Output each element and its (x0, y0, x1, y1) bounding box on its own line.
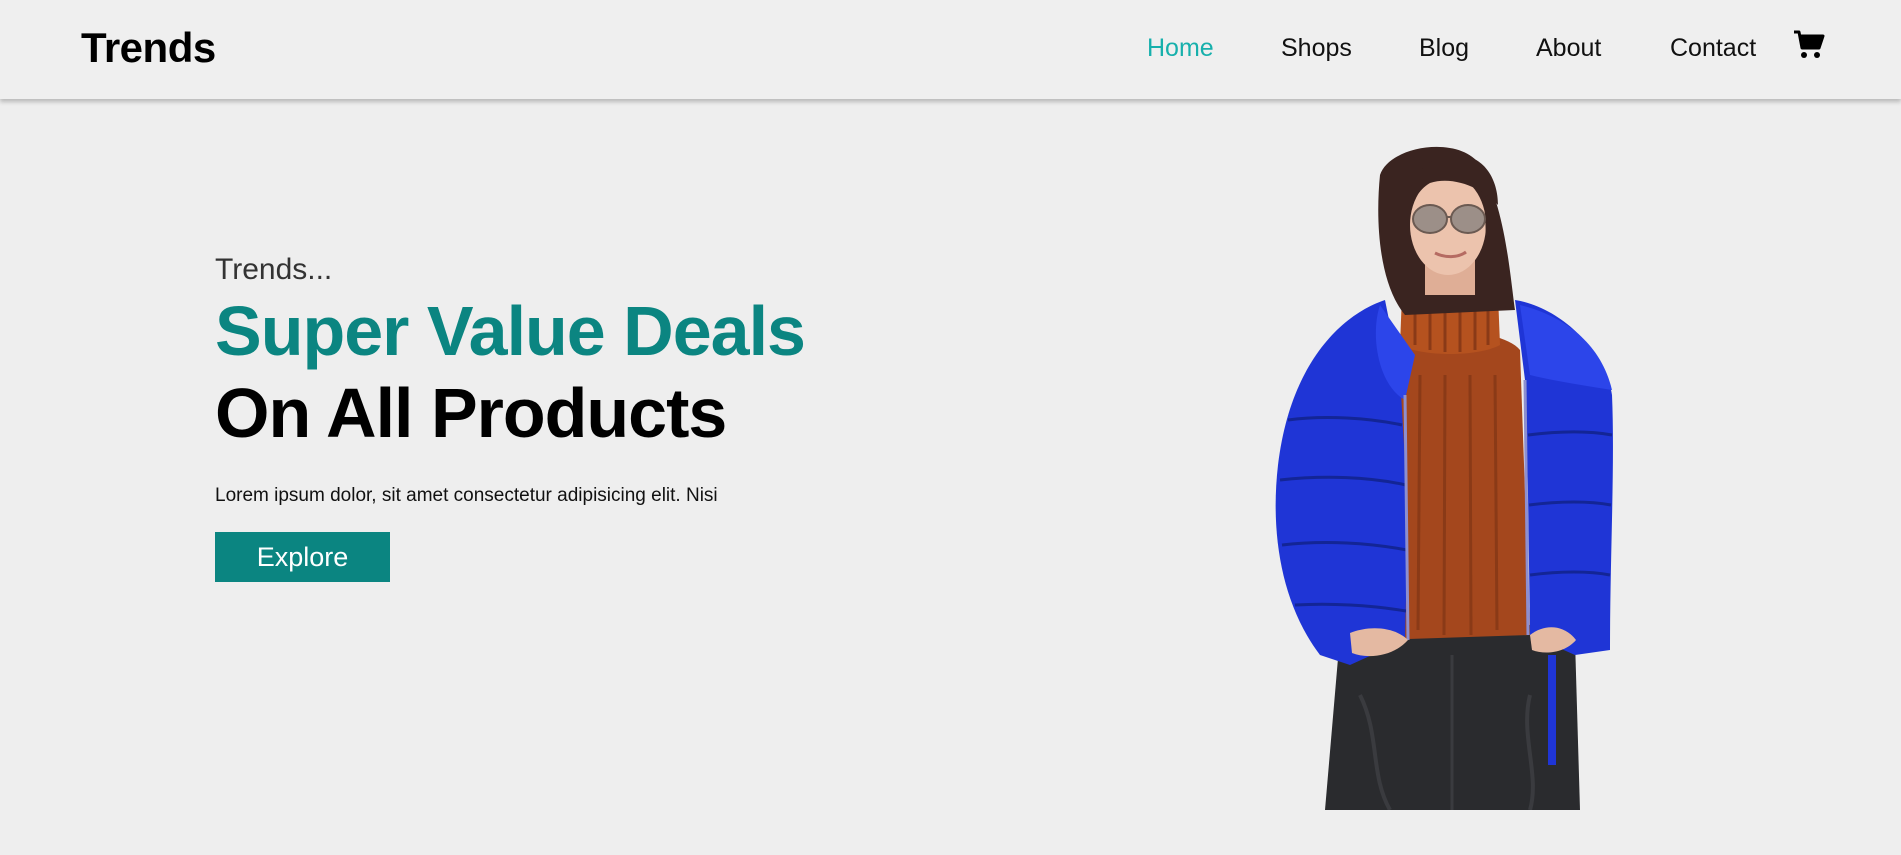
hero-headline-main: On All Products (215, 374, 727, 452)
main-nav: Home Shops Blog About Contact (0, 30, 1901, 66)
nav-link-shops[interactable]: Shops (1281, 30, 1352, 66)
hero-text-block: Trends... Super Value Deals On All Produ… (215, 250, 915, 582)
nav-link-blog[interactable]: Blog (1419, 30, 1469, 66)
nav-link-about[interactable]: About (1536, 30, 1601, 66)
nav-link-contact[interactable]: Contact (1670, 30, 1756, 66)
hero-eyebrow: Trends... (215, 253, 333, 286)
explore-button[interactable]: Explore (215, 532, 390, 582)
shopping-cart-icon[interactable] (1793, 30, 1825, 60)
hero-headline-accent: Super Value Deals (215, 292, 806, 370)
top-navbar: Trends Home Shops Blog About Contact (0, 0, 1901, 99)
hero-description: Lorem ipsum dolor, sit amet consectetur … (215, 485, 718, 506)
nav-link-home[interactable]: Home (1147, 30, 1214, 66)
hero-model-image (1230, 135, 1630, 811)
